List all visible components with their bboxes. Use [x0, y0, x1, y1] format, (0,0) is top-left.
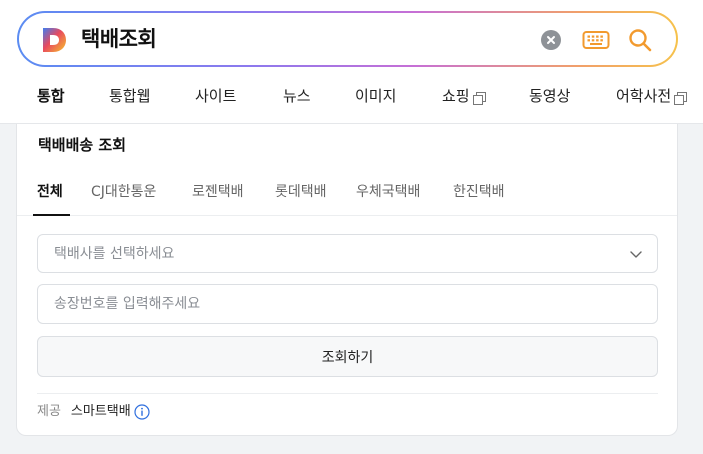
tab-news[interactable]: 뉴스 — [283, 82, 311, 110]
tab-label: 동영상 — [529, 87, 571, 105]
search-icon[interactable] — [627, 27, 653, 53]
tab-label: 쇼핑 — [442, 87, 470, 105]
tab-dictionary[interactable]: 어학사전 — [616, 82, 688, 110]
divider — [37, 393, 658, 394]
carrier-tab-hanjin[interactable]: 한진택배 — [453, 182, 505, 202]
search-header: 택배조회 통합 통합웹 사이트 뉴스 이미지 쇼핑 동영상 어학사전 — [0, 0, 703, 124]
track-button[interactable]: 조회하기 — [37, 336, 658, 377]
carrier-tab-lotte[interactable]: 롯데택배 — [275, 182, 327, 202]
tab-video[interactable]: 동영상 — [529, 82, 570, 110]
tab-image[interactable]: 이미지 — [355, 82, 396, 110]
search-query[interactable]: 택배조회 — [81, 26, 157, 52]
active-tab-underline — [33, 214, 70, 216]
external-link-icon — [472, 91, 486, 105]
provider-label: 제공 — [37, 404, 61, 419]
tab-site[interactable]: 사이트 — [195, 82, 236, 110]
tab-label: 통합 — [37, 87, 65, 105]
search-bar-inner: 택배조회 — [19, 13, 676, 65]
tab-integrated[interactable]: 통합 — [37, 82, 65, 110]
carrier-tab-post[interactable]: 우체국택배 — [356, 182, 420, 202]
clear-icon[interactable] — [541, 30, 561, 50]
tab-label: 어학사전 — [616, 87, 672, 105]
tab-label: 사이트 — [195, 87, 237, 105]
carrier-select-placeholder: 택배사를 선택하세요 — [54, 246, 175, 262]
tracking-number-input[interactable] — [37, 284, 658, 324]
search-bar: 택배조회 — [17, 11, 678, 67]
chevron-down-icon — [630, 251, 642, 258]
tab-integrated-web[interactable]: 통합웹 — [109, 82, 150, 110]
search-tabs: 통합 통합웹 사이트 뉴스 이미지 쇼핑 동영상 어학사전 — [0, 82, 703, 110]
parcel-tracking-card: 택배배송 조회 전체 CJ대한통운 로젠택배 롯데택배 우체국택배 한진택배 택… — [16, 124, 678, 436]
tab-label: 이미지 — [355, 87, 397, 105]
card-title: 택배배송 조회 — [38, 136, 127, 154]
keyboard-icon[interactable] — [582, 29, 610, 51]
daum-logo-icon[interactable] — [39, 25, 69, 55]
tab-label: 통합웹 — [109, 87, 151, 105]
provider-info: 제공 스마트택배 — [37, 403, 150, 421]
info-icon[interactable] — [134, 404, 150, 420]
carrier-tabs: 전체 CJ대한통운 로젠택배 롯데택배 우체국택배 한진택배 — [17, 172, 677, 216]
tab-label: 뉴스 — [283, 87, 311, 105]
carrier-select[interactable]: 택배사를 선택하세요 — [37, 234, 658, 273]
external-link-icon — [674, 91, 688, 105]
carrier-tab-logen[interactable]: 로젠택배 — [192, 182, 244, 202]
provider-name[interactable]: 스마트택배 — [71, 403, 131, 421]
tab-shopping[interactable]: 쇼핑 — [442, 82, 486, 110]
carrier-tab-all[interactable]: 전체 — [37, 182, 63, 202]
carrier-tab-cj[interactable]: CJ대한통운 — [91, 182, 156, 202]
